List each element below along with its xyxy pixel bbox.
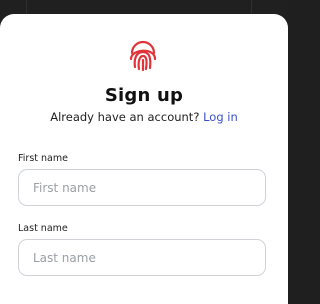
last-name-input[interactable] [18, 239, 266, 276]
first-name-label: First name [18, 153, 68, 164]
login-prompt: Already have an account? Log in [0, 110, 288, 124]
first-name-input[interactable] [18, 169, 266, 206]
last-name-label: Last name [18, 223, 68, 234]
signup-modal: Sign up Already have an account? Log in … [0, 14, 288, 304]
fingerprint-icon [129, 41, 157, 71]
page-title: Sign up [104, 85, 184, 106]
login-prompt-text: Already have an account? [50, 110, 200, 124]
login-link[interactable]: Log in [203, 110, 238, 124]
